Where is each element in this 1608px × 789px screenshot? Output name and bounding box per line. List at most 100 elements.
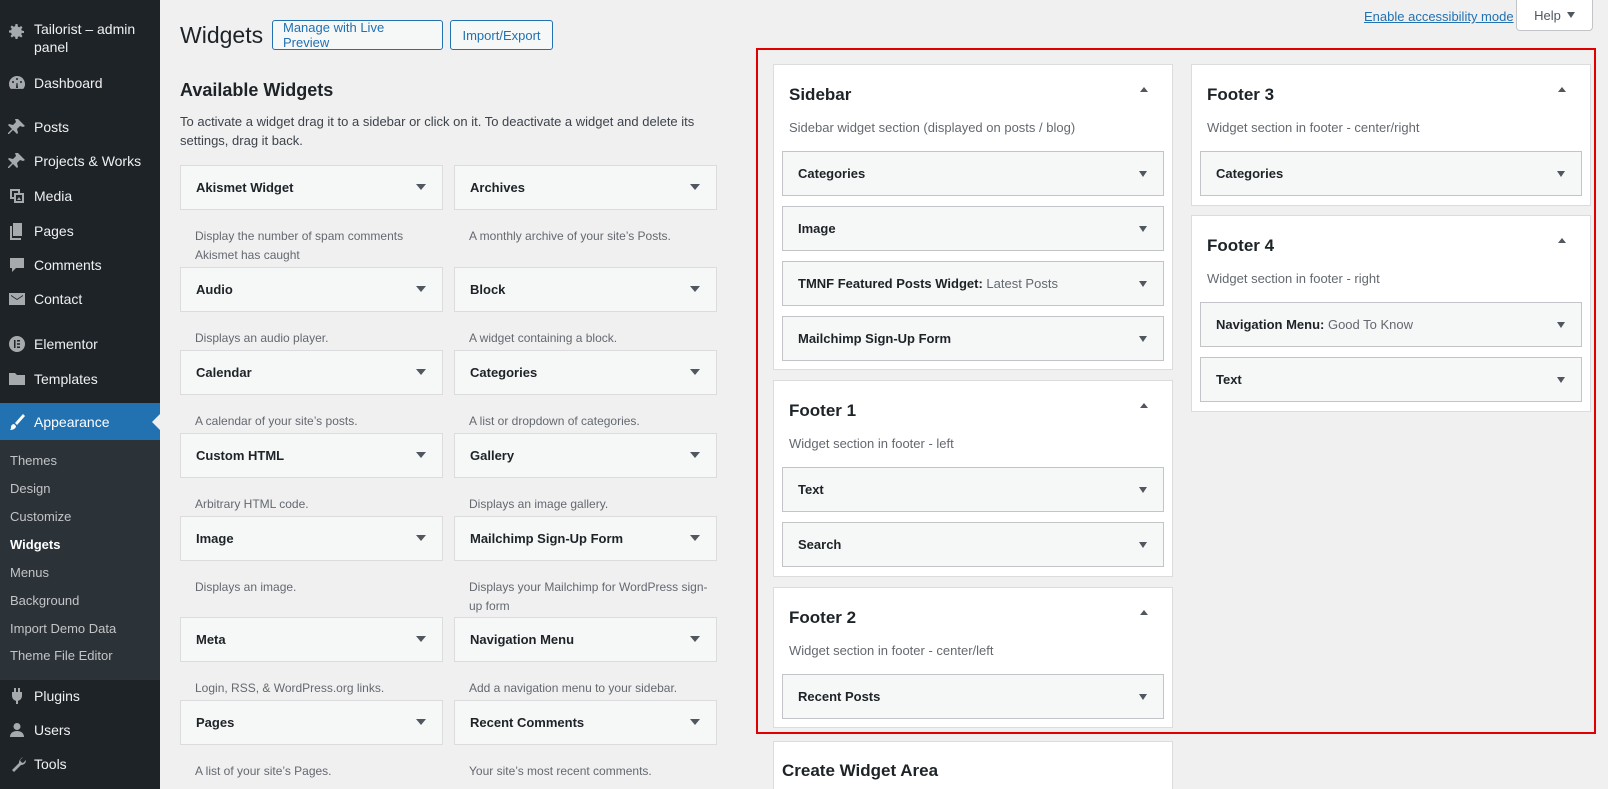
submenu-themes[interactable]: Themes — [10, 453, 57, 468]
submenu-background[interactable]: Background — [10, 593, 79, 608]
submenu-import-demo[interactable]: Import Demo Data — [10, 621, 116, 636]
menu-item-pages[interactable]: Pages — [0, 220, 160, 242]
expand-arrow-icon[interactable] — [1139, 281, 1147, 287]
create-widget-area-panel: Create Widget Area — [773, 741, 1173, 789]
available-widget-image[interactable]: Image — [180, 516, 443, 561]
expand-arrow-icon[interactable] — [1139, 171, 1147, 177]
available-widget-gallery[interactable]: Gallery — [454, 433, 717, 478]
menu-item-users[interactable]: Users — [0, 719, 160, 741]
collapse-arrow-icon[interactable] — [1140, 403, 1148, 408]
expand-arrow-icon[interactable] — [1139, 542, 1147, 548]
submenu-menus[interactable]: Menus — [10, 565, 49, 580]
caret-down-icon — [1566, 12, 1575, 18]
expand-arrow-icon[interactable] — [1139, 694, 1147, 700]
widget-description: Add a navigation menu to your sidebar. — [469, 681, 678, 695]
expand-arrow-icon[interactable] — [690, 369, 700, 375]
expand-arrow-icon[interactable] — [1139, 226, 1147, 232]
sidebar-widget-text[interactable]: Text — [1200, 357, 1582, 402]
menu-item-templates[interactable]: Templates — [0, 368, 160, 390]
sidebar-widget-categories[interactable]: Categories — [782, 151, 1164, 196]
widget-name: Meta — [196, 632, 226, 647]
sidebar-widget-navigation-menu[interactable]: Navigation Menu: Good To Know — [1200, 302, 1582, 347]
create-widget-area-title: Create Widget Area — [782, 761, 939, 780]
menu-item-elementor[interactable]: Elementor — [0, 333, 160, 355]
widget-name: Akismet Widget — [196, 180, 294, 195]
available-widget-mailchimp-sign-up-form[interactable]: Mailchimp Sign-Up Form — [454, 516, 717, 561]
submenu-theme-editor[interactable]: Theme File Editor — [10, 648, 113, 663]
widget-description: Your site’s most recent comments. — [469, 764, 652, 778]
widget-name: Search — [798, 537, 842, 552]
sidebar-panel-footer-2: Footer 2 Widget section in footer - cent… — [773, 587, 1173, 728]
widget-name: Image — [798, 221, 836, 236]
expand-arrow-icon[interactable] — [416, 184, 426, 190]
import-export-button[interactable]: Import/Export — [450, 20, 553, 50]
available-widget-pages[interactable]: Pages — [180, 700, 443, 745]
sidebar-widget-text[interactable]: Text — [782, 467, 1164, 512]
submenu-widgets[interactable]: Widgets — [10, 537, 60, 552]
available-widgets-description: To activate a widget drag it to a sideba… — [180, 114, 695, 148]
available-widgets-title: Available Widgets — [180, 80, 334, 100]
menu-item-media[interactable]: Media — [0, 185, 160, 207]
expand-arrow-icon[interactable] — [416, 369, 426, 375]
menu-item-projects[interactable]: Projects & Works — [0, 150, 160, 172]
expand-arrow-icon[interactable] — [1139, 336, 1147, 342]
available-widget-categories[interactable]: Categories — [454, 350, 717, 395]
sidebar-widget-image[interactable]: Image — [782, 206, 1164, 251]
menu-item-contact[interactable]: Contact — [0, 288, 160, 310]
available-widget-custom-html[interactable]: Custom HTML — [180, 433, 443, 478]
collapse-arrow-icon[interactable] — [1140, 610, 1148, 615]
dashboard-icon — [0, 73, 34, 93]
help-button[interactable]: Help — [1516, 0, 1593, 31]
menu-item-appearance[interactable]: Appearance — [0, 403, 160, 440]
expand-arrow-icon[interactable] — [1557, 377, 1565, 383]
expand-arrow-icon[interactable] — [416, 636, 426, 642]
submenu-design[interactable]: Design — [10, 481, 50, 496]
expand-arrow-icon[interactable] — [1557, 171, 1565, 177]
expand-arrow-icon[interactable] — [690, 719, 700, 725]
menu-label: Comments — [34, 257, 102, 273]
widget-name: Text — [1216, 372, 1242, 387]
sidebar-widget-categories[interactable]: Categories — [1200, 151, 1582, 196]
menu-item-dashboard[interactable]: Dashboard — [0, 72, 160, 94]
sidebar-widget-recent-posts[interactable]: Recent Posts — [782, 674, 1164, 719]
expand-arrow-icon[interactable] — [1557, 322, 1565, 328]
accessibility-mode-link[interactable]: Enable accessibility mode — [1364, 9, 1514, 24]
available-widget-calendar[interactable]: Calendar — [180, 350, 443, 395]
menu-item-tools[interactable]: Tools — [0, 753, 160, 775]
widget-title: Good To Know — [1327, 317, 1414, 332]
available-widget-akismet-widget[interactable]: Akismet Widget — [180, 165, 443, 210]
users-icon — [0, 720, 34, 740]
expand-arrow-icon[interactable] — [1139, 487, 1147, 493]
available-widget-block[interactable]: Block — [454, 267, 717, 312]
widget-name: Archives — [470, 180, 525, 195]
menu-item-comments[interactable]: Comments — [0, 254, 160, 276]
available-widget-meta[interactable]: Meta — [180, 617, 443, 662]
collapse-arrow-icon[interactable] — [1140, 87, 1148, 92]
menu-item-plugins[interactable]: Plugins — [0, 685, 160, 707]
menu-item-posts[interactable]: Posts — [0, 116, 160, 138]
available-widget-navigation-menu[interactable]: Navigation Menu — [454, 617, 717, 662]
expand-arrow-icon[interactable] — [690, 452, 700, 458]
live-preview-button[interactable]: Manage with Live Preview — [272, 20, 443, 50]
expand-arrow-icon[interactable] — [416, 286, 426, 292]
expand-arrow-icon[interactable] — [690, 535, 700, 541]
sidebar-description: Widget section in footer - right — [1207, 271, 1380, 286]
collapse-arrow-icon[interactable] — [1558, 87, 1566, 92]
widget-name: Categories — [798, 166, 866, 181]
expand-arrow-icon[interactable] — [416, 452, 426, 458]
sidebar-widget-mailchimp[interactable]: Mailchimp Sign-Up Form — [782, 316, 1164, 361]
menu-site-name[interactable]: Tailorist – admin panel — [0, 20, 160, 60]
available-widget-archives[interactable]: Archives — [454, 165, 717, 210]
collapse-arrow-icon[interactable] — [1558, 238, 1566, 243]
expand-arrow-icon[interactable] — [690, 184, 700, 190]
sidebar-widget-featured-posts[interactable]: TMNF Featured Posts Widget: Latest Posts — [782, 261, 1164, 306]
expand-arrow-icon[interactable] — [690, 286, 700, 292]
submenu-customize[interactable]: Customize — [10, 509, 71, 524]
available-widget-recent-comments[interactable]: Recent Comments — [454, 700, 717, 745]
elementor-icon — [0, 334, 34, 354]
sidebar-widget-search[interactable]: Search — [782, 522, 1164, 567]
expand-arrow-icon[interactable] — [416, 535, 426, 541]
expand-arrow-icon[interactable] — [416, 719, 426, 725]
expand-arrow-icon[interactable] — [690, 636, 700, 642]
available-widget-audio[interactable]: Audio — [180, 267, 443, 312]
